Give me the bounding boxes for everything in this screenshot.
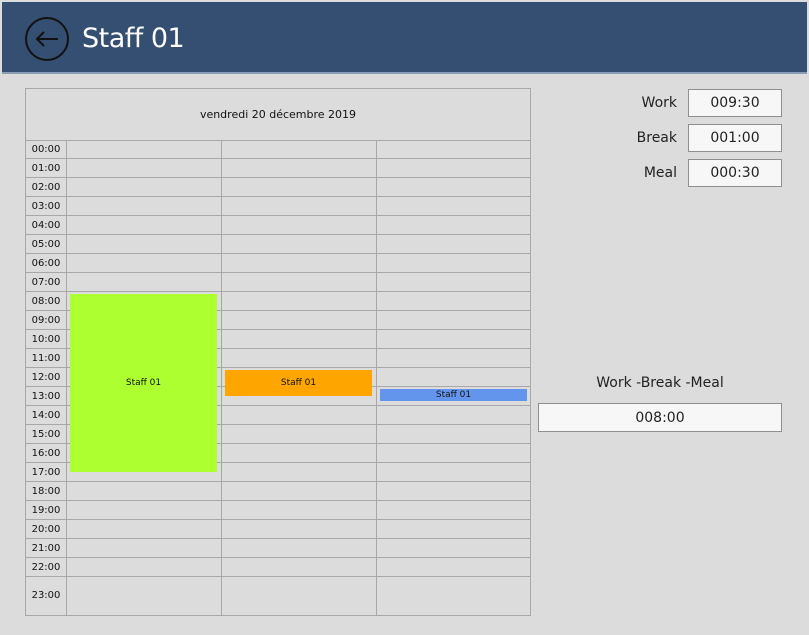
- work-label: Work: [641, 95, 677, 111]
- header-bar: Staff 01: [2, 2, 807, 74]
- hour-label: 22:00: [31, 561, 61, 573]
- back-button[interactable]: [25, 17, 69, 61]
- hour-label: 09:00: [31, 314, 61, 326]
- hour-row[interactable]: 03:00: [26, 197, 530, 216]
- hour-row[interactable]: 19:00: [26, 501, 530, 520]
- hour-label: 19:00: [31, 504, 61, 516]
- column-divider: [66, 140, 67, 615]
- hour-row[interactable]: 07:00: [26, 273, 530, 292]
- hour-row[interactable]: 01:00: [26, 159, 530, 178]
- hour-row[interactable]: 20:00: [26, 520, 530, 539]
- appointment-block[interactable]: Staff 01: [380, 389, 527, 401]
- appointment-label: Staff 01: [280, 377, 317, 388]
- hour-row[interactable]: 02:00: [26, 178, 530, 197]
- work-value-field[interactable]: 009:30: [688, 89, 782, 117]
- column-divider: [376, 140, 377, 615]
- hour-label: 08:00: [31, 295, 61, 307]
- appointment-label: Staff 01: [435, 390, 472, 400]
- summary-label: Work -Break -Meal: [596, 375, 724, 391]
- appointment-block[interactable]: Staff 01: [225, 370, 372, 396]
- hour-label: 00:00: [31, 143, 61, 155]
- hour-label: 16:00: [31, 447, 61, 459]
- hour-label: 06:00: [31, 257, 61, 269]
- hour-label: 05:00: [31, 238, 61, 250]
- page-title: Staff 01: [82, 23, 185, 54]
- hour-label: 03:00: [31, 200, 61, 212]
- hour-row[interactable]: 04:00: [26, 216, 530, 235]
- meal-value-field[interactable]: 000:30: [688, 159, 782, 187]
- hour-label: 18:00: [31, 485, 61, 497]
- hour-label: 10:00: [31, 333, 61, 345]
- hour-row[interactable]: 22:00: [26, 558, 530, 577]
- hour-row[interactable]: 21:00: [26, 539, 530, 558]
- hour-label: 15:00: [31, 428, 61, 440]
- hour-label: 23:00: [31, 590, 61, 601]
- break-label: Break: [636, 130, 677, 146]
- hour-row[interactable]: 05:00: [26, 235, 530, 254]
- hour-row[interactable]: 00:00: [26, 140, 530, 159]
- arrow-left-icon: [35, 31, 58, 47]
- appointment-block[interactable]: Staff 01: [70, 294, 217, 472]
- hour-label: 13:00: [31, 390, 61, 402]
- hour-label: 02:00: [31, 181, 61, 193]
- hour-label: 12:00: [31, 371, 61, 383]
- hour-label: 20:00: [31, 523, 61, 535]
- date-header: vendredi 20 décembre 2019: [26, 89, 530, 141]
- hour-row[interactable]: 23:00: [26, 577, 530, 614]
- hour-label: 07:00: [31, 276, 61, 288]
- meal-label: Meal: [643, 165, 677, 181]
- day-scheduler[interactable]: vendredi 20 décembre 2019 00:00 01:00 02:0…: [25, 88, 531, 616]
- summary-value-field[interactable]: 008:00: [538, 403, 782, 432]
- hour-label: 17:00: [31, 466, 61, 478]
- column-divider: [221, 140, 222, 615]
- break-value-field[interactable]: 001:00: [688, 124, 782, 152]
- hour-row[interactable]: 18:00: [26, 482, 530, 501]
- hour-row[interactable]: 06:00: [26, 254, 530, 273]
- hour-label: 21:00: [31, 542, 61, 554]
- appointment-label: Staff 01: [125, 377, 162, 388]
- hour-label: 04:00: [31, 219, 61, 231]
- hour-label: 11:00: [31, 352, 61, 364]
- hour-label: 14:00: [31, 409, 61, 421]
- hour-label: 01:00: [31, 162, 61, 174]
